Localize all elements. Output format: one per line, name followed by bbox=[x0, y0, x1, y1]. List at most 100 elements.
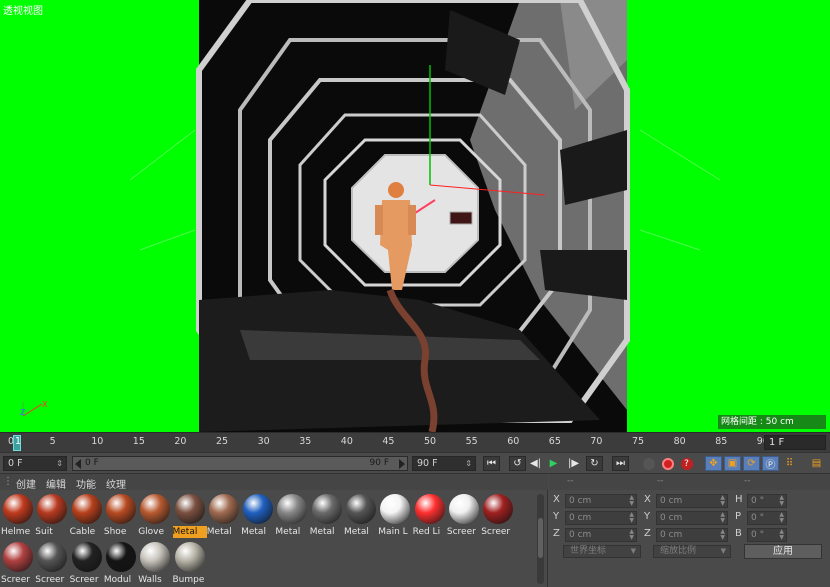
range-left-handle[interactable] bbox=[75, 459, 81, 469]
material-name: Red Li bbox=[412, 527, 441, 537]
coord-pos-field[interactable]: 0 cm ▲ ▼ bbox=[565, 511, 637, 525]
timeline-tick-label: 60 bbox=[507, 436, 520, 447]
material-name: Metal bbox=[172, 526, 207, 538]
material-preview-icon bbox=[37, 542, 68, 572]
key-parameter-button[interactable]: Ⓟ bbox=[762, 456, 779, 471]
material-swatch[interactable]: Suit bbox=[35, 492, 69, 538]
perspective-viewport[interactable]: 透视视图 X Z 网格间距 : 50 cm bbox=[0, 0, 830, 432]
material-swatch[interactable]: Glove bbox=[138, 492, 172, 538]
spinner-arrows-icon[interactable]: ▲ ▼ bbox=[720, 495, 725, 507]
timeline[interactable]: 0 5 10 15 20 25 30 35 40 45 50 55 60 65 70 75 80 85 90 1 F… bbox=[0, 432, 830, 452]
material-manager: ⋮ 创建 编辑 功能 纹理 Helme Suit Cable Shoe Glove Met… bbox=[0, 474, 548, 587]
record-button[interactable] bbox=[640, 456, 657, 471]
keyframe-help-button[interactable]: ? bbox=[678, 456, 695, 471]
material-scrollbar[interactable] bbox=[537, 494, 544, 584]
chevron-down-icon: ▼ bbox=[630, 547, 636, 555]
spinner-arrows-icon[interactable]: ▲ ▼ bbox=[629, 512, 634, 524]
previous-key-button[interactable]: ↺ bbox=[509, 456, 526, 471]
key-rotation-button[interactable]: ⟳ bbox=[743, 456, 760, 471]
spinner-arrows-icon[interactable]: ▲ ▼ bbox=[629, 529, 634, 541]
autokey-button[interactable] bbox=[659, 456, 676, 471]
key-pla-button[interactable]: ⠿ bbox=[781, 456, 798, 471]
material-swatch[interactable]: Red Li bbox=[413, 492, 447, 538]
menu-function[interactable]: 功能 bbox=[76, 476, 96, 491]
coordinates-header: -- -- -- bbox=[549, 474, 830, 490]
coord-size-field[interactable]: 0 cm ▲ ▼ bbox=[656, 511, 728, 525]
spinner-arrows-icon[interactable]: ⇕ bbox=[465, 457, 472, 470]
material-swatch[interactable]: Helme bbox=[1, 492, 35, 538]
material-swatch[interactable]: Metal bbox=[172, 492, 207, 538]
material-swatch[interactable]: Metal bbox=[241, 492, 275, 538]
apply-button[interactable]: 应用 bbox=[744, 544, 822, 559]
end-frame-field[interactable]: 90 F ⇕ bbox=[412, 456, 476, 471]
coord-size-field[interactable]: 0 cm ▲ ▼ bbox=[656, 528, 728, 542]
spinner-arrows-icon[interactable]: ▲ ▼ bbox=[779, 512, 784, 524]
timeline-tick-label: 75 bbox=[632, 436, 645, 447]
transport-bar: 0 F ⇕ 0 F 90 F 90 F ⇕ ⏮ ↺ ◀| ▶ |▶ ↻ ⏭ ? ✥ … bbox=[0, 452, 830, 474]
material-swatch[interactable]: Screer bbox=[481, 492, 515, 538]
material-swatch[interactable]: Screer bbox=[1, 540, 35, 586]
material-swatch[interactable]: Metal bbox=[275, 492, 309, 538]
scrollbar-thumb[interactable] bbox=[538, 518, 543, 558]
coord-pos-field[interactable]: 0 cm ▲ ▼ bbox=[565, 494, 637, 508]
spinner-arrows-icon[interactable]: ▲ ▼ bbox=[779, 495, 784, 507]
material-swatch[interactable]: Walls bbox=[138, 540, 172, 586]
size-mode-dropdown[interactable]: 缩放比例 ▼ bbox=[653, 545, 731, 558]
material-swatch[interactable]: Main L bbox=[378, 492, 412, 538]
coordinate-mode-dropdown[interactable]: 世界坐标 ▼ bbox=[563, 545, 641, 558]
go-to-start-button[interactable]: ⏮ bbox=[483, 456, 500, 471]
material-swatch[interactable]: Screer bbox=[35, 540, 69, 586]
coord-rot-field[interactable]: 0 ° ▲ ▼ bbox=[747, 494, 787, 508]
material-preview-icon bbox=[140, 494, 171, 524]
key-position-button[interactable]: ✥ bbox=[705, 456, 722, 471]
menu-texture[interactable]: 纹理 bbox=[106, 476, 126, 491]
material-swatch[interactable]: Cable bbox=[70, 492, 104, 538]
film-strip-icon: ▤ bbox=[811, 458, 822, 469]
frame-range-slider[interactable]: 0 F 90 F bbox=[72, 456, 408, 471]
material-preview-icon bbox=[105, 494, 136, 524]
previous-frame-button[interactable]: ◀| bbox=[527, 456, 544, 471]
material-swatch[interactable]: Screer bbox=[447, 492, 481, 538]
timeline-tick-label: 30 bbox=[257, 436, 270, 447]
spinner-arrows-icon[interactable]: ▲ ▼ bbox=[720, 512, 725, 524]
material-preview-icon bbox=[311, 494, 342, 524]
material-swatch[interactable]: Bumpe bbox=[173, 540, 207, 586]
next-frame-button[interactable]: |▶ bbox=[565, 456, 582, 471]
current-frame-field[interactable]: 1 F bbox=[764, 435, 826, 450]
timeline-tick-label: 35 bbox=[299, 436, 312, 447]
range-right-handle[interactable] bbox=[399, 459, 405, 469]
material-swatch[interactable]: Screer bbox=[70, 540, 104, 586]
timeline-tick-label: 85 bbox=[715, 436, 728, 447]
timeline-window-button[interactable]: ▤ bbox=[808, 456, 825, 471]
spinner-arrows-icon[interactable]: ▲ ▼ bbox=[629, 495, 634, 507]
timeline-ruler[interactable]: 0 5 10 15 20 25 30 35 40 45 50 55 60 65 70 75 80 85 90 bbox=[0, 433, 769, 453]
material-swatch[interactable]: Metal bbox=[344, 492, 378, 538]
record-disabled-icon bbox=[642, 457, 655, 470]
material-preview-icon bbox=[3, 542, 33, 572]
next-key-button[interactable]: ↻ bbox=[586, 456, 603, 471]
spinner-arrows-icon[interactable]: ⇕ bbox=[56, 457, 63, 470]
material-swatch[interactable]: Modul bbox=[104, 540, 138, 586]
material-preview-icon bbox=[3, 494, 33, 524]
play-button[interactable]: ▶ bbox=[545, 456, 562, 471]
coord-rot-field[interactable]: 0 ° ▲ ▼ bbox=[747, 528, 787, 542]
coord-pos-field[interactable]: 0 cm ▲ ▼ bbox=[565, 528, 637, 542]
material-swatch[interactable]: Shoe bbox=[104, 492, 138, 538]
menu-create[interactable]: 创建 bbox=[16, 476, 36, 491]
coord-rot-field[interactable]: 0 ° ▲ ▼ bbox=[747, 511, 787, 525]
spinner-arrows-icon[interactable]: ▲ ▼ bbox=[720, 529, 725, 541]
key-scale-button[interactable]: ▣ bbox=[724, 456, 741, 471]
material-swatch[interactable]: Metal bbox=[310, 492, 344, 538]
spinner-arrows-icon[interactable]: ▲ ▼ bbox=[779, 529, 784, 541]
viewport-title[interactable]: 透视视图 bbox=[3, 2, 43, 17]
scale-icon: ▣ bbox=[727, 458, 738, 469]
go-to-end-button[interactable]: ⏭ bbox=[612, 456, 629, 471]
start-frame-field[interactable]: 0 F ⇕ bbox=[3, 456, 67, 471]
coord-axis-label: Y bbox=[553, 511, 560, 522]
material-swatch[interactable]: Metal bbox=[207, 492, 241, 538]
coord-axis-label: B bbox=[735, 528, 742, 539]
menu-edit[interactable]: 编辑 bbox=[46, 476, 66, 491]
material-name: Walls bbox=[138, 575, 162, 585]
coord-size-field[interactable]: 0 cm ▲ ▼ bbox=[656, 494, 728, 508]
axis-z-label: Z bbox=[20, 408, 26, 417]
